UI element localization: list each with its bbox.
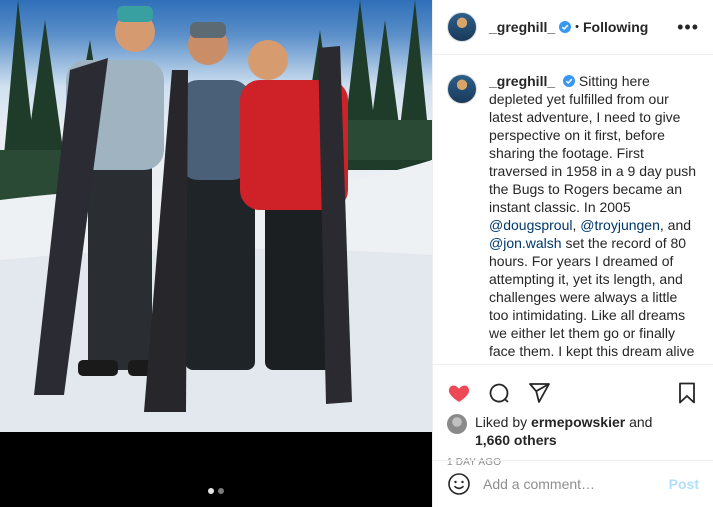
likes-text: Liked by ermepowskier and 1,660 others: [475, 413, 652, 449]
likes-prefix: Liked by: [475, 414, 528, 430]
caption-mention-link[interactable]: @jon.walsh: [489, 235, 562, 251]
author-avatar[interactable]: [447, 12, 477, 42]
post-actions-section: Liked by ermepowskier and 1,660 others 1…: [433, 364, 713, 468]
comments-area[interactable]: _greghill_ Sitting here depleted yet ful…: [433, 56, 713, 364]
caption-mention-link[interactable]: @troyjungen: [580, 217, 660, 233]
post-photo: [0, 0, 432, 432]
save-button[interactable]: [675, 381, 699, 405]
liked-by-user-link[interactable]: ermepowskier: [531, 414, 625, 430]
likes-count-link[interactable]: 1,660 others: [475, 432, 557, 448]
emoji-icon[interactable]: [447, 472, 471, 496]
post-header: _greghill_ • Following •••: [433, 0, 713, 55]
comment-input[interactable]: [483, 476, 669, 492]
carousel-dot-1[interactable]: [208, 488, 214, 494]
like-button[interactable]: [447, 381, 471, 405]
carousel-dot-2[interactable]: [218, 488, 224, 494]
bookmark-icon: [679, 382, 695, 404]
caption-author-avatar[interactable]: [447, 74, 477, 104]
carousel-dots[interactable]: [0, 488, 432, 494]
comment-button[interactable]: [487, 381, 511, 405]
likes-and: and: [629, 414, 653, 430]
separator-dot: •: [575, 21, 579, 33]
liker-avatar[interactable]: [447, 414, 467, 434]
add-comment-bar: Post: [433, 460, 713, 507]
verified-badge-icon: [559, 21, 572, 33]
caption-mention-link[interactable]: @dougsproul: [489, 217, 573, 233]
post-side-panel: _greghill_ • Following ••• _greghill_ Si…: [432, 0, 713, 507]
verified-badge-icon: [563, 75, 576, 87]
share-icon: [529, 383, 550, 403]
caption-text-segment: Sitting here depleted yet fulfilled from…: [489, 73, 697, 215]
author-username[interactable]: _greghill_: [489, 19, 555, 35]
caption-body: Sitting here depleted yet fulfilled from…: [489, 73, 696, 364]
post-media[interactable]: [0, 0, 432, 507]
post-comment-button[interactable]: Post: [669, 476, 699, 492]
ski-group-photo-illustration: [0, 0, 432, 432]
action-bar: [447, 373, 699, 413]
caption-username[interactable]: _greghill_: [489, 73, 555, 89]
caption-text: _greghill_ Sitting here depleted yet ful…: [489, 72, 699, 364]
caption-text-segment: , and: [659, 217, 692, 233]
caption-row: _greghill_ Sitting here depleted yet ful…: [447, 72, 699, 364]
follow-status-button[interactable]: Following: [583, 19, 648, 35]
heart-filled-icon: [448, 385, 470, 402]
caption-text-segment: set the record of 80 hours. For years I …: [489, 235, 695, 364]
likes-summary: Liked by ermepowskier and 1,660 others: [447, 413, 699, 449]
comment-icon: [489, 383, 509, 403]
share-button[interactable]: [527, 381, 551, 405]
more-options-icon[interactable]: •••: [677, 18, 699, 36]
